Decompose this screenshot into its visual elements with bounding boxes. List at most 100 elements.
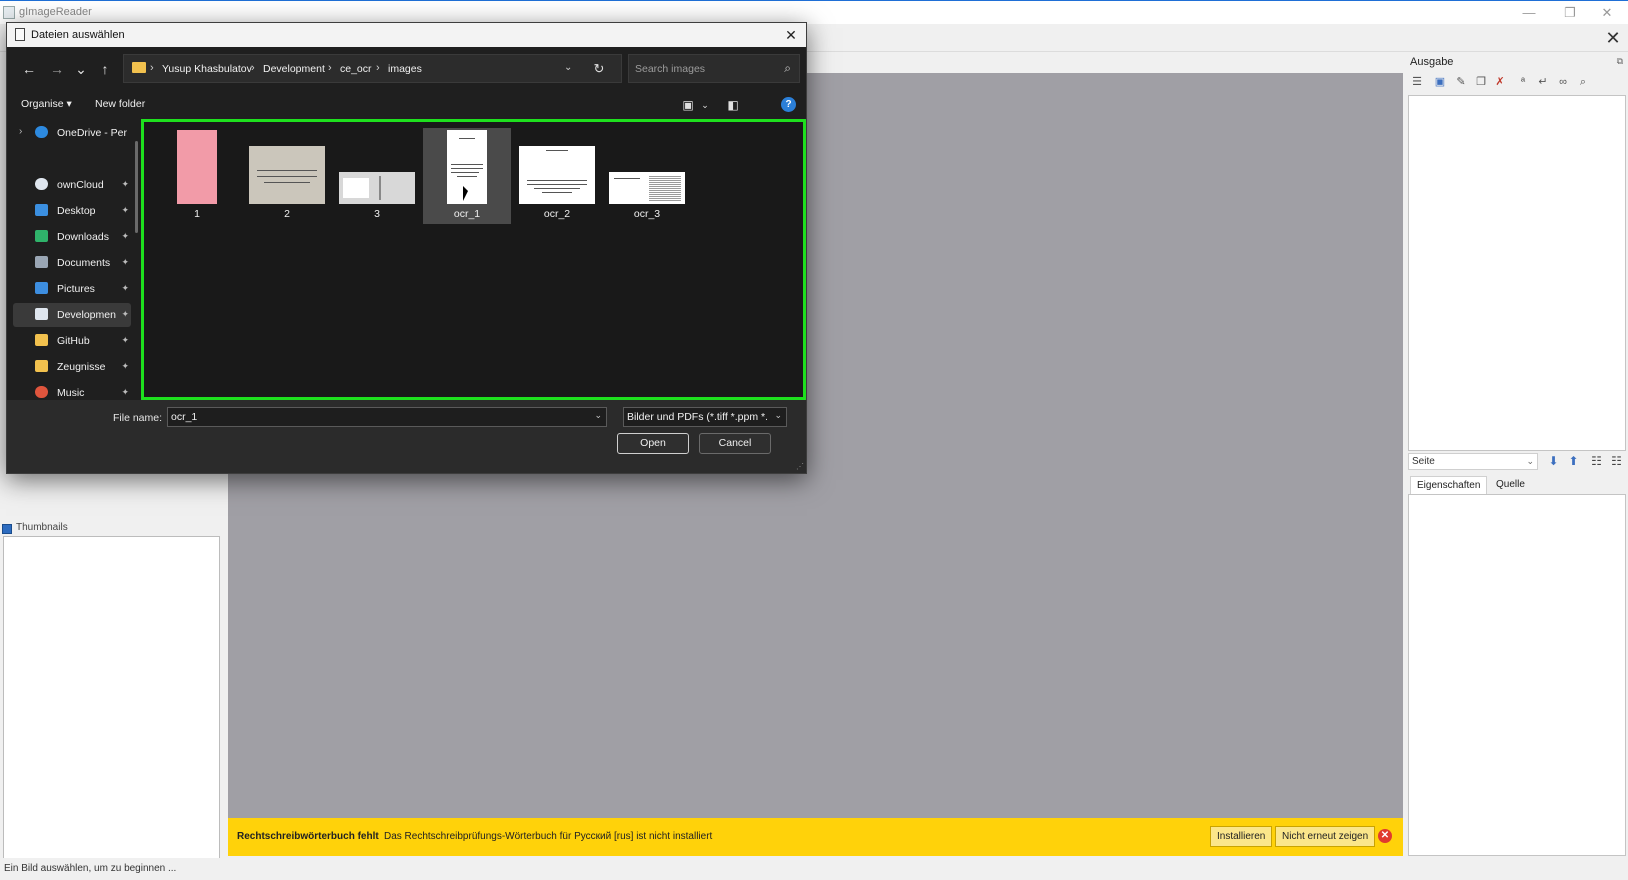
sidebar-item-label: Documents: [57, 257, 111, 269]
status-bar: Ein Bild auswählen, um zu beginnen ...: [0, 858, 1628, 880]
link-icon[interactable]: ∞: [1556, 75, 1570, 89]
tab-eigenschaften[interactable]: Eigenschaften: [1410, 476, 1488, 494]
list-icon[interactable]: ☰: [1410, 75, 1424, 89]
output-text-area[interactable]: [1408, 95, 1626, 451]
sidebar-scrollbar[interactable]: [135, 141, 138, 233]
up-folder-icon[interactable]: ↑: [95, 59, 115, 79]
arrow-down-icon[interactable]: ⬇: [1546, 454, 1561, 469]
sidebar-item-label: Pictures: [57, 283, 95, 295]
sidebar-item-owncloud[interactable]: ownCloud ✦: [13, 173, 131, 197]
warning-close-icon[interactable]: ✕: [1378, 829, 1392, 843]
sidebar-item-desktop[interactable]: Desktop ✦: [13, 199, 131, 223]
sidebar-item-github[interactable]: GitHub ✦: [13, 329, 131, 353]
folder-icon: [35, 308, 48, 320]
spell-icon[interactable]: ª: [1516, 75, 1530, 89]
copy-icon[interactable]: ❐: [1474, 75, 1488, 89]
back-icon[interactable]: ←: [19, 59, 39, 79]
page-select-value: Seite: [1412, 456, 1435, 467]
document-icon: [15, 28, 25, 41]
wrap-icon[interactable]: ↵: [1536, 75, 1550, 89]
sidebar-item-documents[interactable]: Documents ✦: [13, 251, 131, 275]
organise-button[interactable]: Organise ▾: [21, 98, 72, 110]
view-options-icon[interactable]: ▣: [679, 96, 697, 114]
chevron-right-icon[interactable]: ›: [19, 126, 22, 137]
install-button[interactable]: Installieren: [1210, 826, 1273, 847]
pin-icon: ✦: [121, 231, 129, 241]
breadcrumb-item[interactable]: images: [388, 63, 422, 75]
file-type-select[interactable]: Bilder und PDFs (*.tiff *.ppm *.p ⌄: [623, 407, 787, 427]
resize-grip-icon[interactable]: ⋰: [796, 462, 804, 471]
thumbnails-checkbox[interactable]: [2, 524, 12, 534]
pin-icon: ✦: [121, 205, 129, 215]
file-list[interactable]: 1 2 3 ocr_1 ocr_2 ocr_3: [141, 119, 806, 400]
file-item-ocr-1[interactable]: ocr_1: [423, 128, 511, 224]
recent-locations-icon[interactable]: ⌄: [71, 59, 91, 79]
find-icon[interactable]: ⌕: [1576, 75, 1590, 89]
output-panel-title: Ausgabe: [1410, 56, 1454, 68]
sidebar-item-music[interactable]: Music ✦: [13, 381, 131, 399]
sidebar-item-pictures[interactable]: Pictures ✦: [13, 277, 131, 301]
sidebar-item-downloads[interactable]: Downloads ✦: [13, 225, 131, 249]
chevron-down-icon[interactable]: ⌄: [594, 410, 602, 421]
file-name-label: ocr_2: [543, 208, 571, 220]
file-name-label: 3: [374, 208, 380, 220]
cancel-button[interactable]: Cancel: [699, 433, 771, 454]
forward-icon[interactable]: →: [47, 59, 67, 79]
dialog-titlebar: Dateien auswählen ✕: [7, 23, 806, 47]
tab-quelle[interactable]: Quelle: [1490, 476, 1531, 494]
pin-icon: ✦: [121, 387, 129, 397]
chevron-down-icon: ⌄: [1526, 456, 1534, 466]
search-icon[interactable]: ⌕: [784, 61, 791, 76]
close-app-button[interactable]: ✕: [1590, 3, 1624, 23]
help-icon[interactable]: ?: [781, 97, 796, 112]
file-item-1[interactable]: 1: [153, 128, 241, 224]
save-icon[interactable]: ▣: [1433, 75, 1447, 89]
page-select[interactable]: Seite ⌄: [1408, 453, 1538, 470]
open-button[interactable]: Open: [617, 433, 689, 454]
sidebar-item-development[interactable]: Developmen ✦: [13, 303, 131, 327]
expand-list-icon[interactable]: ☷: [1609, 454, 1624, 469]
cloud-icon: [35, 178, 48, 190]
file-item-2[interactable]: 2: [243, 128, 331, 224]
file-item-ocr-3[interactable]: ocr_3: [603, 128, 691, 224]
file-thumbnail: [609, 172, 685, 204]
clear-icon[interactable]: ✗: [1493, 75, 1507, 89]
tools-icon[interactable]: ✕: [1602, 27, 1624, 49]
collapse-list-icon[interactable]: ☷: [1589, 454, 1604, 469]
folder-icon: [35, 334, 48, 346]
dialog-title: Dateien auswählen: [31, 29, 125, 41]
chevron-down-icon[interactable]: ⌄: [696, 96, 714, 114]
folder-icon: [35, 360, 48, 372]
app-logo-icon: [3, 6, 15, 19]
breadcrumb-separator: ›: [376, 62, 380, 74]
dont-show-again-button[interactable]: Nicht erneut zeigen: [1275, 826, 1376, 847]
maximize-button[interactable]: ❐: [1553, 3, 1587, 23]
sidebar-item-zeugnisse[interactable]: Zeugnisse ✦: [13, 355, 131, 379]
breadcrumb-separator: ›: [328, 62, 332, 74]
file-name-label: 1: [194, 208, 200, 220]
breadcrumb-item[interactable]: ce_ocr: [340, 63, 372, 75]
minimize-button[interactable]: —: [1512, 3, 1546, 23]
file-item-ocr-2[interactable]: ocr_2: [513, 128, 601, 224]
arrow-up-icon[interactable]: ⬆: [1566, 454, 1581, 469]
file-item-3[interactable]: 3: [333, 128, 421, 224]
sidebar-item-onedrive[interactable]: › OneDrive - Perso: [13, 121, 131, 145]
preview-pane-icon[interactable]: ◧: [724, 96, 742, 114]
sidebar-item-label: Music: [57, 387, 85, 399]
file-name-label: ocr_3: [633, 208, 661, 220]
refresh-icon[interactable]: ↻: [589, 59, 609, 79]
dialog-close-button[interactable]: ✕: [780, 25, 802, 45]
undock-icon[interactable]: ⧉: [1617, 56, 1623, 67]
address-bar[interactable]: › Yusup Khasbulatov › Development › ce_o…: [123, 54, 622, 83]
app-titlebar: gImageReader — ❐ ✕: [0, 0, 1628, 24]
search-input[interactable]: [635, 61, 775, 77]
thumbnails-label: Thumbnails: [16, 522, 68, 533]
file-name-input[interactable]: [171, 410, 571, 424]
new-folder-button[interactable]: New folder: [95, 98, 145, 110]
file-thumbnail: [249, 146, 325, 204]
breadcrumb-item[interactable]: Development: [263, 63, 325, 75]
edit-icon[interactable]: ✎: [1454, 75, 1468, 89]
breadcrumb-item[interactable]: Yusup Khasbulatov: [162, 63, 252, 75]
thumbnail-list[interactable]: [3, 536, 220, 880]
chevron-down-icon[interactable]: ⌄: [564, 62, 572, 73]
